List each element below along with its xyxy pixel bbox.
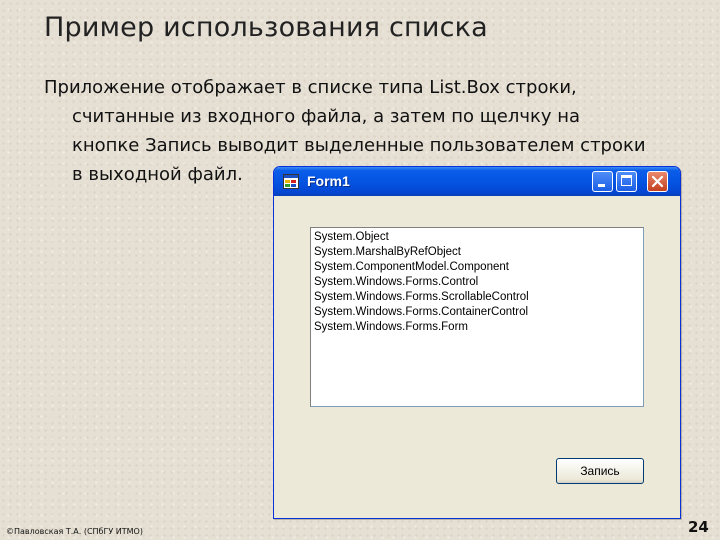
list-item[interactable]: System.Object (314, 230, 643, 245)
page-number: 24 (688, 518, 709, 536)
list-item[interactable]: System.Windows.Forms.ContainerControl (314, 305, 643, 320)
form1-window: Form1 System.Object System.MarshalByRefO… (273, 166, 681, 519)
minimize-button[interactable] (592, 171, 613, 192)
list-item[interactable]: System.Windows.Forms.Control (314, 275, 643, 290)
body-line: кнопке Запись выводит выделенные пользов… (72, 135, 646, 156)
list-item[interactable]: System.Windows.Forms.Form (314, 320, 643, 335)
app-form-icon (283, 174, 299, 189)
list-item[interactable]: System.Windows.Forms.ScrollableControl (314, 290, 643, 305)
record-button[interactable]: Запись (556, 458, 644, 484)
close-icon (651, 175, 664, 188)
maximize-icon (621, 175, 632, 186)
slide-title: Пример использования списка (44, 12, 488, 43)
close-button[interactable] (647, 171, 668, 192)
minimize-icon (598, 184, 605, 187)
window-titlebar[interactable]: Form1 (274, 167, 680, 196)
body-line: считанные из входного файла, а затем по … (72, 106, 580, 127)
list-item[interactable]: System.MarshalByRefObject (314, 245, 643, 260)
listbox[interactable]: System.Object System.MarshalByRefObject … (310, 227, 644, 407)
list-item[interactable]: System.ComponentModel.Component (314, 260, 643, 275)
window-title: Form1 (307, 173, 350, 189)
footer-credit: ©Павловская Т.А. (СПбГУ ИТМО) (6, 527, 143, 536)
window-client-area: System.Object System.MarshalByRefObject … (277, 196, 677, 515)
maximize-button[interactable] (616, 171, 637, 192)
body-line: Приложение отображает в списке типа List… (44, 77, 577, 98)
